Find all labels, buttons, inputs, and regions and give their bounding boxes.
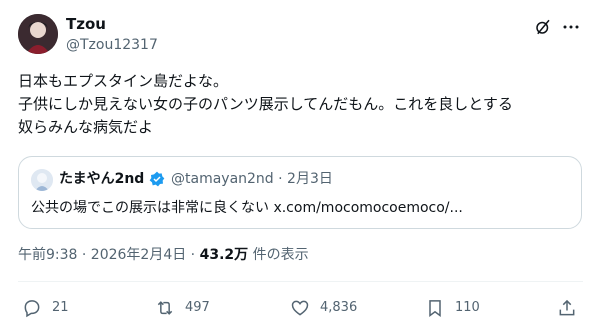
tweet-meta: 午前9:38 · 2026年2月4日 · 43.2万 件の表示 [18,246,309,264]
share-icon [559,299,575,316]
tweet-line: 日本もエプスタイン島だよな。 [18,72,229,90]
views-label: 件の表示 [248,247,309,263]
author-name[interactable]: Tzou [66,14,106,34]
bookmark-button[interactable]: 110 [425,298,480,318]
quote-tweet[interactable]: たまやん2nd @tamayan2nd · 2月3日 公共の場でこの展示は非常に… [18,156,582,229]
view-count: 43.2万 [199,247,249,263]
tweet-text: 日本もエプスタイン島だよな。 子供にしか見えない女の子のパンツ展示してんだもん。… [18,70,583,139]
author-handle[interactable]: @Tzou12317 [66,36,158,54]
reply-icon [24,300,40,318]
grok-icon[interactable] [532,16,554,38]
quote-author-name[interactable]: たまやん2nd [59,170,144,188]
quote-meta[interactable]: @tamayan2nd · 2月3日 [171,170,333,188]
like-button[interactable]: 4,836 [290,298,357,318]
timestamp[interactable]: 午前9:38 · 2026年2月4日 · [18,247,200,263]
avatar[interactable] [18,14,58,54]
like-icon [291,300,309,316]
repost-count: 497 [185,300,210,315]
share-button[interactable] [557,298,577,318]
reply-button[interactable]: 21 [22,298,69,318]
reply-count: 21 [52,300,69,315]
more-icon[interactable] [560,16,582,38]
quote-text: 公共の場でこの展示は非常に良くない x.com/mocomocoemoco/..… [31,200,463,216]
repost-button[interactable]: 497 [155,298,210,318]
bookmark-icon [429,300,441,317]
divider [18,281,583,282]
tweet-line: 奴らみんな病気だよ [18,118,154,136]
like-count: 4,836 [320,300,358,315]
quote-avatar[interactable] [31,169,53,191]
verified-icon [149,171,165,187]
repost-icon [157,301,173,315]
bookmark-count: 110 [455,300,480,315]
tweet-line: 子供にしか見えない女の子のパンツ展示してんだもん。これを良しとする [18,95,513,113]
